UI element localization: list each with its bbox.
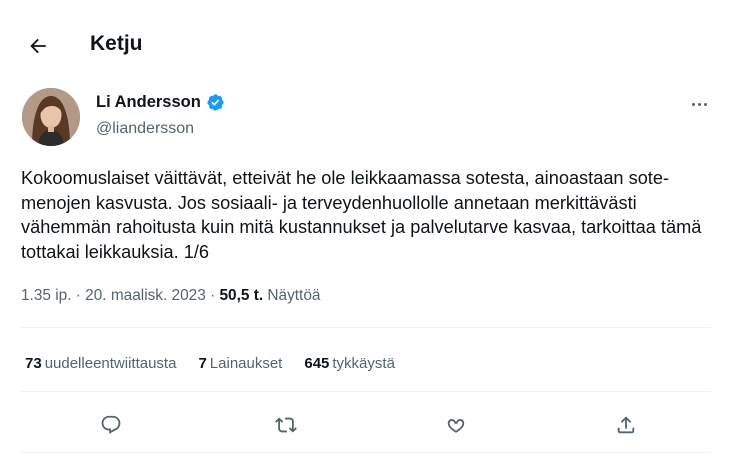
reply-icon <box>101 415 121 434</box>
more-dot <box>703 102 707 106</box>
likes-stat[interactable]: 645 tykkäystä <box>304 355 395 372</box>
arrow-left-icon <box>30 38 46 54</box>
likes-label: tykkäystä <box>332 355 395 372</box>
quotes-label: Lainaukset <box>209 355 283 372</box>
quotes-stat[interactable]: 7 Lainaukset <box>198 355 282 372</box>
reply-button[interactable] <box>96 410 126 440</box>
back-button[interactable] <box>24 32 52 60</box>
action-bar <box>21 402 711 448</box>
engagement-stats: 73 uudelleentwiittausta 7 Lainaukset 645 ty… <box>25 355 417 372</box>
like-button[interactable] <box>441 410 471 440</box>
views-label: Näyttöä <box>267 287 321 304</box>
retweet-icon <box>275 417 297 433</box>
author-handle[interactable]: @liandersson <box>96 120 194 138</box>
share-button[interactable] <box>611 410 641 440</box>
like-icon <box>447 419 465 433</box>
avatar[interactable] <box>22 88 80 146</box>
verified-badge-icon <box>207 94 224 111</box>
retweets-count: 73 <box>25 355 42 372</box>
views-count: 50,5 t. <box>219 287 264 304</box>
tweet-meta: 1.35 ip. · 20. maalisk. 2023 · 50,5 t. N… <box>21 287 320 305</box>
tweet-timestamp[interactable]: 1.35 ip. · 20. maalisk. 2023 <box>21 287 206 304</box>
author-name[interactable]: Li Andersson <box>96 93 201 112</box>
avatar-photo <box>22 88 80 146</box>
retweets-stat[interactable]: 73 uudelleentwiittausta <box>25 355 176 372</box>
page-title: Ketju <box>90 32 143 55</box>
tweet-text: Kokoomuslaiset väittävät, etteivät he ol… <box>21 168 702 262</box>
more-dot <box>691 102 695 106</box>
divider <box>21 452 711 453</box>
header: Ketju <box>4 22 727 68</box>
divider <box>21 327 711 328</box>
retweets-label: uudelleentwiittausta <box>44 355 177 372</box>
retweet-button[interactable] <box>271 410 301 440</box>
thread-view: Ketju Li Andersson @liandersson Kokoomus… <box>4 4 727 465</box>
likes-count: 645 <box>304 355 330 372</box>
more-dot <box>697 102 701 106</box>
quotes-count: 7 <box>198 355 207 372</box>
more-options-button[interactable] <box>684 94 714 114</box>
meta-separator: · <box>205 287 220 304</box>
author-name-row: Li Andersson <box>96 93 225 112</box>
divider <box>21 391 711 392</box>
share-icon <box>617 416 635 434</box>
